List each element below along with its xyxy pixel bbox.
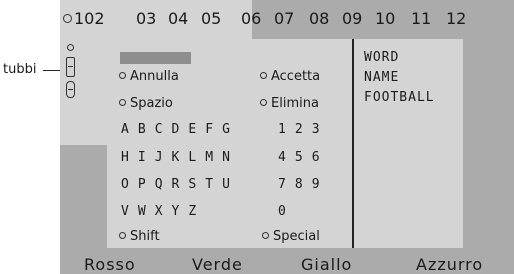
channel-05[interactable]: 05 <box>201 9 221 29</box>
radio-icon <box>262 232 269 239</box>
digit-row-2[interactable]: 4 5 6 <box>278 150 320 166</box>
channel-11[interactable]: 11 <box>411 9 431 29</box>
remote-button-icon <box>67 44 74 51</box>
word-list-item[interactable]: WORD <box>364 50 399 66</box>
panel-divider <box>352 39 354 248</box>
callout-label: tubbi <box>3 62 37 77</box>
channel-04[interactable]: 04 <box>168 9 188 29</box>
digit-row-3[interactable]: 7 8 9 <box>278 177 320 193</box>
channel-08[interactable]: 08 <box>309 9 329 29</box>
radio-icon <box>119 72 126 79</box>
radio-icon <box>119 99 126 106</box>
digit-row-1[interactable]: 1 2 3 <box>278 122 320 138</box>
remote-icon <box>65 43 77 109</box>
letter-row-3[interactable]: O P Q R S T U <box>121 177 231 193</box>
radio-icon <box>260 99 267 106</box>
special-button[interactable]: Special <box>262 229 320 245</box>
channel-12[interactable]: 12 <box>446 9 466 29</box>
yellow-key-label[interactable]: Giallo <box>301 256 352 274</box>
radio-icon <box>119 232 126 239</box>
delete-button[interactable]: Elimina <box>260 96 319 112</box>
word-list-item[interactable]: FOOTBALL <box>364 90 435 106</box>
cancel-button[interactable]: Annulla <box>119 69 179 85</box>
red-key-label[interactable]: Rosso <box>84 256 136 274</box>
channel-07[interactable]: 07 <box>274 9 294 29</box>
channel-10[interactable]: 10 <box>375 9 395 29</box>
blue-key-label[interactable]: Azzurro <box>416 256 483 274</box>
channel-09[interactable]: 09 <box>342 9 362 29</box>
letter-row-4[interactable]: V W X Y Z <box>121 204 197 220</box>
channel-06[interactable]: 06 <box>241 9 261 29</box>
word-list-item[interactable]: NAME <box>364 70 399 86</box>
accept-button[interactable]: Accetta <box>260 69 320 85</box>
remote-control-icon <box>66 81 75 98</box>
updown-keys-icon <box>66 57 75 77</box>
letter-row-1[interactable]: A B C D E F G <box>121 122 231 138</box>
shift-button[interactable]: Shift <box>119 229 160 245</box>
space-button[interactable]: Spazio <box>119 96 173 112</box>
green-key-label[interactable]: Verde <box>192 256 243 274</box>
radio-icon <box>260 72 267 79</box>
channel-dot-icon <box>63 14 72 23</box>
channel-03[interactable]: 03 <box>136 9 156 29</box>
letter-row-2[interactable]: H I J K L M N <box>121 150 231 166</box>
channel-102[interactable]: 102 <box>63 9 105 29</box>
digit-row-4[interactable]: 0 <box>278 204 286 220</box>
callout-line <box>43 70 60 71</box>
text-input-field[interactable] <box>120 52 191 64</box>
